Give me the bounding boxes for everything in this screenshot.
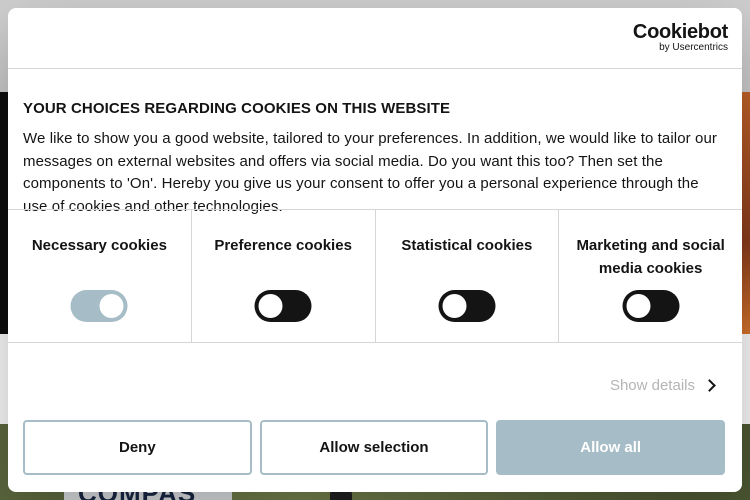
consent-body: We like to show you a good website, tail… (23, 130, 718, 215)
consent-title: YOUR CHOICES REGARDING COOKIES ON THIS W… (23, 100, 451, 117)
category-preference: Preference cookies (192, 210, 376, 342)
toggle-knob (442, 294, 467, 318)
cookiebot-logo[interactable]: Cookiebot by Usercentrics (633, 22, 728, 54)
preference-toggle[interactable] (254, 290, 312, 322)
consent-content[interactable]: YOUR CHOICES REGARDING COOKIES ON THIS W… (23, 100, 727, 216)
show-details-label: Show details (609, 377, 695, 394)
brand-name: Cookiebot (632, 21, 728, 43)
allow-all-button[interactable]: Allow all (496, 420, 726, 475)
deny-button[interactable]: Deny (23, 420, 252, 475)
show-details-link[interactable]: Show details (609, 377, 716, 394)
consent-buttons: Deny Allow selection Allow all (23, 420, 726, 475)
category-marketing: Marketing and social media cookies (559, 210, 742, 342)
category-label: Preference cookies (214, 237, 352, 254)
cookie-categories: Necessary cookies Preference cookies Sta… (8, 209, 742, 343)
category-statistical: Statistical cookies (376, 210, 560, 342)
toggle-knob (626, 294, 651, 318)
category-label: Necessary cookies (31, 237, 167, 254)
toggle-knob (258, 294, 283, 318)
allow-selection-button[interactable]: Allow selection (259, 420, 489, 475)
chevron-right-icon (703, 379, 716, 392)
category-label: Marketing and social media cookies (576, 237, 725, 277)
statistical-toggle[interactable] (438, 290, 496, 322)
category-necessary: Necessary cookies (8, 210, 192, 342)
category-label: Statistical cookies (401, 237, 533, 254)
brand-sub: by Usercentrics (659, 42, 728, 53)
necessary-toggle (70, 290, 128, 322)
dialog-header: Cookiebot by Usercentrics (8, 8, 742, 69)
toggle-knob (99, 294, 124, 318)
marketing-toggle[interactable] (622, 290, 680, 322)
